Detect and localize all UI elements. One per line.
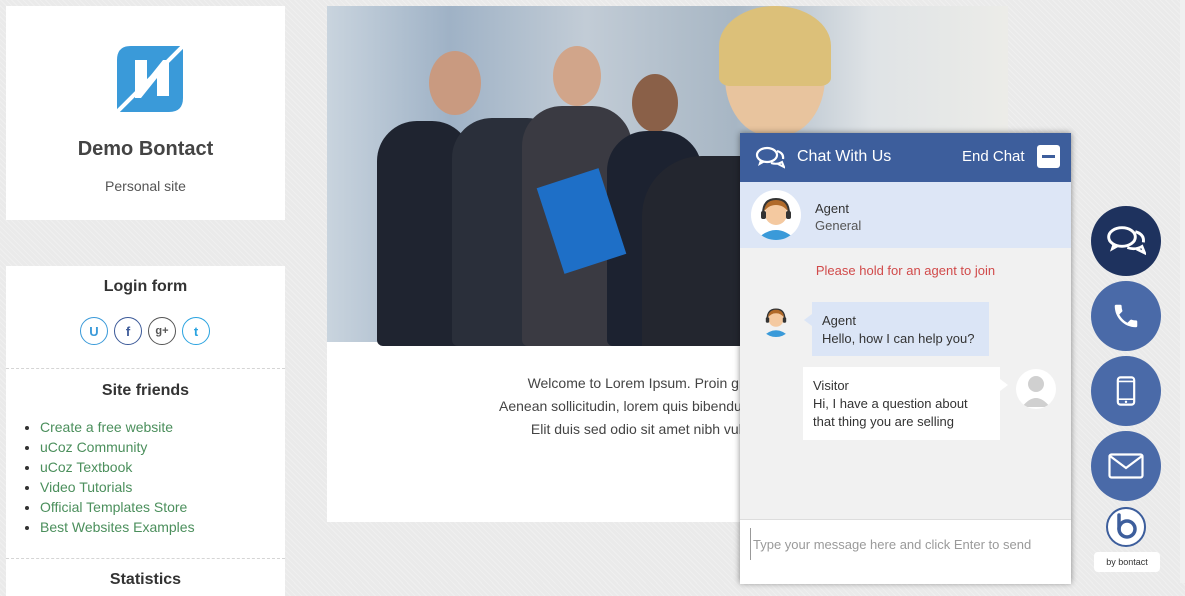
friend-link[interactable]: uCoz Community: [40, 439, 147, 455]
chat-widget: Chat With Us End Chat Agent General Plea…: [740, 133, 1071, 584]
list-item: Create a free website: [40, 417, 195, 437]
bontact-branding[interactable]: by bontact: [1094, 552, 1160, 572]
mobile-fab[interactable]: [1091, 356, 1161, 426]
divider: [6, 558, 285, 559]
friend-link[interactable]: Video Tutorials: [40, 479, 132, 495]
minimize-icon[interactable]: [1037, 145, 1060, 168]
hold-message: Please hold for an agent to join: [815, 263, 996, 278]
message-sender: Agent: [822, 313, 856, 328]
page-scrollbar[interactable]: [1180, 0, 1185, 583]
chat-fab[interactable]: [1091, 206, 1161, 276]
agent-department: General: [815, 218, 862, 233]
mobile-icon: [1116, 376, 1136, 406]
friend-link[interactable]: uCoz Textbook: [40, 459, 132, 475]
email-fab[interactable]: [1091, 431, 1161, 501]
divider: [6, 368, 285, 369]
list-item: Best Websites Examples: [40, 517, 195, 537]
site-friends-list: Create a free website uCoz Community uCo…: [26, 417, 195, 537]
agent-name: Agent: [815, 201, 849, 216]
list-item: Official Templates Store: [40, 497, 195, 517]
phone-fab[interactable]: [1091, 281, 1161, 351]
chat-message-input[interactable]: [750, 528, 1065, 560]
visitor-avatar: [1016, 369, 1056, 409]
friend-link[interactable]: Official Templates Store: [40, 499, 187, 515]
google-plus-icon[interactable]: g+: [148, 317, 176, 345]
sidebar-card: Login form U f g+ t Site friends Create …: [6, 266, 285, 596]
list-item: uCoz Textbook: [40, 457, 195, 477]
list-item: Video Tutorials: [40, 477, 195, 497]
twitter-icon[interactable]: t: [182, 317, 210, 345]
message-text: Hi, I have a question about that thing y…: [813, 396, 968, 429]
chat-input-area: [740, 519, 1071, 584]
agent-info-bar: Agent General: [740, 182, 1071, 248]
message-text: Hello, how I can help you?: [822, 331, 975, 346]
message-sender: Visitor: [813, 378, 849, 393]
friend-link[interactable]: Best Websites Examples: [40, 519, 195, 535]
site-subtitle: Personal site: [105, 178, 186, 194]
envelope-icon: [1108, 453, 1144, 479]
chat-bubbles-icon: [1107, 226, 1146, 256]
site-friends-title: Site friends: [101, 382, 190, 399]
chat-bubbles-icon: [755, 146, 785, 169]
list-item: uCoz Community: [40, 437, 195, 457]
visitor-message: Visitor Hi, I have a question about that…: [803, 367, 1008, 440]
ucoz-login-icon[interactable]: U: [80, 317, 108, 345]
phone-icon: [1114, 304, 1138, 328]
agent-avatar: [759, 303, 793, 337]
agent-avatar: [751, 190, 801, 240]
login-form-title: Login form: [103, 278, 188, 295]
bontact-logo-icon[interactable]: [1106, 507, 1146, 547]
chat-header: Chat With Us End Chat: [740, 133, 1071, 182]
facebook-icon[interactable]: f: [114, 317, 142, 345]
agent-message: Agent Hello, how I can help you?: [804, 302, 989, 356]
site-title: Demo Bontact: [77, 138, 214, 160]
ucoz-logo-icon[interactable]: [117, 46, 183, 112]
statistics-title: Statistics: [109, 571, 182, 588]
chat-title: Chat With Us: [797, 148, 892, 165]
friend-link[interactable]: Create a free website: [40, 419, 173, 435]
end-chat-button[interactable]: End Chat: [962, 148, 1025, 165]
profile-card: Demo Bontact Personal site: [6, 6, 285, 220]
